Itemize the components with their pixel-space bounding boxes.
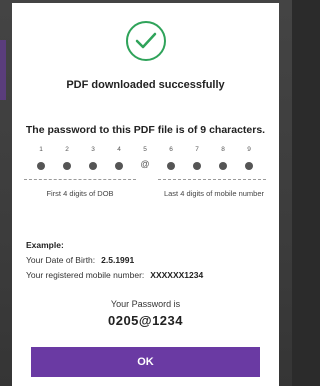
slot-4: 4	[111, 146, 127, 170]
slot-number: 9	[247, 146, 251, 153]
example-mobile-label: Your registered mobile number:	[26, 270, 145, 280]
password-value: 0205@1234	[107, 313, 184, 328]
slot-dot	[89, 162, 97, 170]
slot-dot	[219, 162, 227, 170]
background-accent	[0, 40, 6, 100]
slot-dot	[167, 162, 175, 170]
slot-3: 3	[85, 146, 101, 170]
slot-number: 7	[195, 146, 199, 153]
slot-1: 1	[33, 146, 49, 170]
example-dob-row: Your Date of Birth: 2.5.1991	[26, 255, 134, 265]
slot-5: 5 @	[137, 146, 153, 169]
example-dob-value: 2.5.1991	[101, 255, 135, 265]
slot-dot	[193, 162, 201, 170]
slot-dot	[115, 162, 123, 170]
slot-number: 1	[39, 146, 43, 153]
password-label: Your Password is	[110, 299, 181, 309]
ok-button[interactable]: OK	[31, 347, 260, 377]
dob-caption: First 4 digits of DOB	[46, 189, 114, 198]
password-length-heading: The password to this PDF file is of 9 ch…	[25, 124, 266, 136]
slot-8: 8	[215, 146, 231, 170]
slot-number: 5	[143, 146, 147, 153]
dob-divider	[24, 179, 136, 180]
slot-dot	[245, 162, 253, 170]
mobile-divider	[158, 179, 266, 180]
example-mobile-row: Your registered mobile number: XXXXXX1234	[26, 270, 203, 280]
slot-number: 4	[117, 146, 121, 153]
example-mobile-value: XXXXXX1234	[150, 270, 204, 280]
slot-7: 7	[189, 146, 205, 170]
example-label: Example:	[26, 240, 64, 250]
check-circle-icon	[126, 21, 166, 61]
success-title: PDF downloaded successfully	[66, 79, 225, 91]
slot-number: 6	[169, 146, 173, 153]
slot-dot	[63, 162, 71, 170]
password-slots: 1 2 3 4 5 @ 6 7 8 9	[31, 146, 279, 176]
example-dob-label: Your Date of Birth:	[26, 255, 96, 265]
slot-2: 2	[59, 146, 75, 170]
slot-number: 2	[65, 146, 69, 153]
slot-6: 6	[163, 146, 179, 170]
mobile-caption: Last 4 digits of mobile number	[163, 189, 265, 198]
password-info-dialog: PDF downloaded successfully The password…	[12, 3, 279, 386]
slot-number: 8	[221, 146, 225, 153]
slot-9: 9	[241, 146, 257, 170]
at-symbol: @	[140, 159, 150, 169]
slot-dot	[37, 162, 45, 170]
slot-number: 3	[91, 146, 95, 153]
